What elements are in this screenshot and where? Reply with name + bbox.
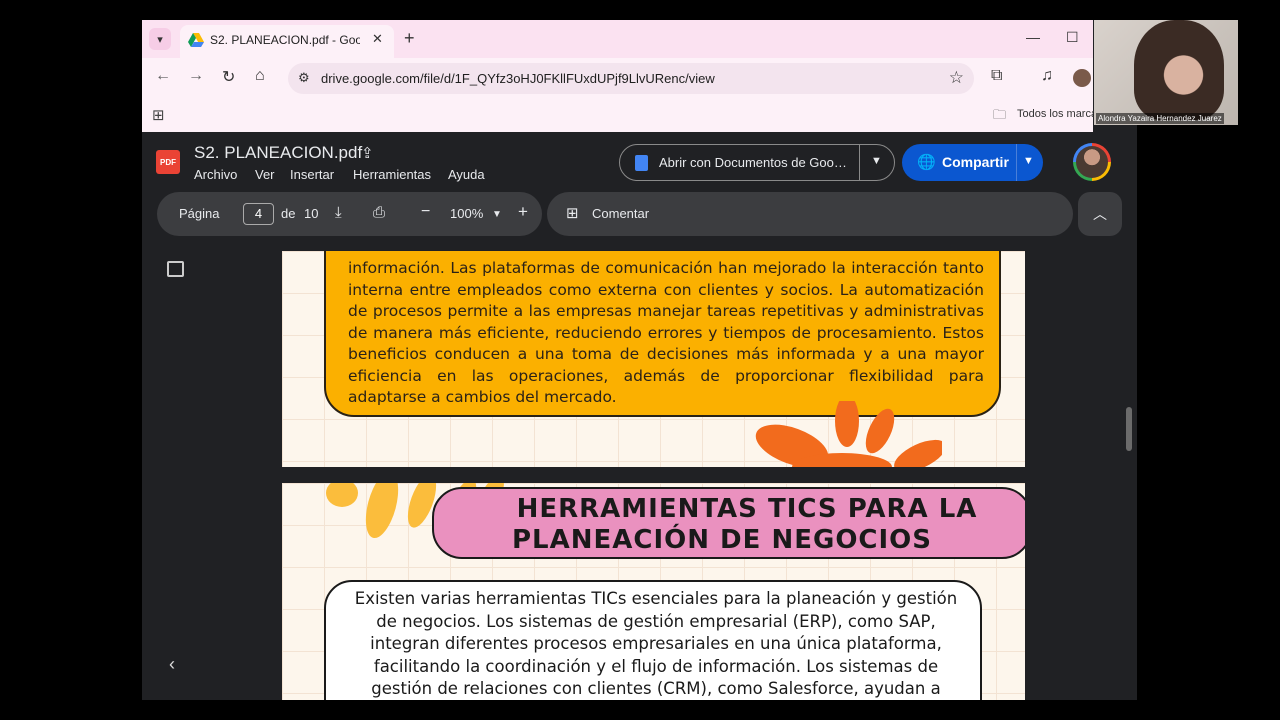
forward-icon[interactable]: → <box>188 67 204 85</box>
comment-label: Comentar <box>592 206 650 221</box>
open-with-dropdown-icon[interactable]: ▼ <box>871 155 882 167</box>
maximize-icon[interactable]: ☐ <box>1066 29 1079 46</box>
drive-viewer-header: PDF S2. PLANEACION.pdf ⇪ Archivo Ver Ins… <box>142 132 1137 252</box>
zoom-dropdown-icon[interactable]: ▼ <box>492 209 502 220</box>
address-bar[interactable]: ⚙ drive.google.com/file/d/1F_QYfz3oHJ0FK… <box>288 63 974 94</box>
zoom-out-icon[interactable]: − <box>421 203 430 221</box>
heading-line-1: HERRAMIENTAS TICS PARA LA <box>516 494 978 524</box>
account-avatar[interactable] <box>1073 143 1111 181</box>
menu-ayuda[interactable]: Ayuda <box>448 167 485 182</box>
media-control-icon[interactable]: ♫ <box>1041 67 1053 85</box>
menu-archivo[interactable]: Archivo <box>194 167 237 182</box>
participant-video <box>1134 20 1224 120</box>
participant-name: Alondra Yazaira Hernandez Juarez <box>1096 113 1224 124</box>
pdf-page-4: información. Las plataformas de comunica… <box>282 251 1025 467</box>
minimize-icon[interactable]: — <box>1026 29 1040 45</box>
white-text-box: Existen varias herramientas TICs esencia… <box>324 580 982 700</box>
collapse-toolbar-icon[interactable]: ︿ <box>1078 192 1122 236</box>
new-tab-icon[interactable]: + <box>404 28 415 49</box>
browser-toolbar: ← → ↻ ⌂ ⚙ drive.google.com/file/d/1F_QYf… <box>142 58 1093 100</box>
pdf-file-icon: PDF <box>156 150 180 174</box>
bookmarks-bar: ⊞ 🗀 Todos los marcadores <box>142 100 1125 132</box>
divider <box>859 145 860 180</box>
print-icon[interactable]: ⎙ <box>373 204 385 221</box>
page2-paragraph: Existen varias herramientas TICs esencia… <box>354 589 958 699</box>
page-of-label: de <box>281 206 296 221</box>
zoom-level[interactable]: 100% <box>450 206 483 221</box>
share-label: Compartir <box>942 154 1009 170</box>
tab-search-chevron-icon[interactable]: ▾ <box>149 28 171 50</box>
open-with-button[interactable]: Abrir con Documentos de Google ▼ <box>619 144 895 181</box>
image-icon[interactable] <box>167 261 184 277</box>
zoom-in-icon[interactable]: + <box>518 202 528 222</box>
site-info-icon[interactable]: ⚙ <box>298 70 310 86</box>
scrollbar-thumb[interactable] <box>1126 407 1132 451</box>
apps-grid-icon[interactable]: ⊞ <box>152 106 165 124</box>
add-comment-icon: ⊞ <box>566 205 579 222</box>
reload-icon[interactable]: ↻ <box>222 67 235 87</box>
back-icon[interactable]: ← <box>155 67 171 85</box>
orange-text-box: información. Las plataformas de comunica… <box>324 251 1001 417</box>
comment-toolbar[interactable]: ⊞ Comentar <box>547 192 1073 236</box>
chevron-left-icon[interactable]: ‹ <box>169 654 175 675</box>
pdf-page-5: HERRAMIENTAS TICS PARA LA PLANEACIÓN DE … <box>282 483 1025 700</box>
divider <box>1016 144 1017 181</box>
file-name: S2. PLANEACION.pdf <box>194 143 363 162</box>
download-icon[interactable]: ⤓ <box>335 204 342 221</box>
shared-drive-icon: ⇪ <box>361 145 374 162</box>
page1-paragraph: información. Las plataformas de comunica… <box>348 259 984 406</box>
open-with-label: Abrir con Documentos de Google <box>659 155 849 170</box>
share-dropdown-icon[interactable]: ▼ <box>1023 155 1034 167</box>
webcam-overlay: Alondra Yazaira Hernandez Juarez <box>1094 20 1238 125</box>
share-button[interactable]: 🌐 Compartir ▼ <box>902 144 1043 181</box>
tab-close-icon[interactable]: ✕ <box>372 31 383 47</box>
google-drive-icon <box>188 33 204 47</box>
menu-insertar[interactable]: Insertar <box>290 167 334 182</box>
google-docs-icon <box>635 155 648 171</box>
pdf-toolbar: Página 4 de 10 ⤓ ⎙ − 100% ▼ + <box>157 192 542 236</box>
menu-ver[interactable]: Ver <box>255 167 275 182</box>
bookmark-star-icon[interactable]: ☆ <box>949 68 964 88</box>
profile-avatar[interactable] <box>1073 69 1091 87</box>
page-number-input[interactable]: 4 <box>243 203 274 225</box>
browser-window: ▾ S2. PLANEACION.pdf - Google Drive ✕ + … <box>142 20 1137 700</box>
folder-icon[interactable]: 🗀 <box>993 106 1006 128</box>
heading-line-2: PLANEACIÓN DE NEGOCIOS <box>512 525 932 555</box>
browser-tab[interactable]: S2. PLANEACION.pdf - Google Drive ✕ <box>180 25 394 58</box>
orange-flower-decoration <box>755 401 942 467</box>
tab-title: S2. PLANEACION.pdf - Google Drive <box>210 33 360 47</box>
menu-herramientas[interactable]: Herramientas <box>353 167 431 182</box>
home-icon[interactable]: ⌂ <box>255 67 265 85</box>
url-text: drive.google.com/file/d/1F_QYfz3oHJ0FKll… <box>321 71 715 86</box>
globe-icon: 🌐 <box>917 154 936 171</box>
tab-strip: ▾ S2. PLANEACION.pdf - Google Drive ✕ + … <box>142 20 1093 58</box>
page-label: Página <box>179 206 220 221</box>
extensions-icon[interactable]: ⧉ <box>991 67 1002 85</box>
total-pages: 10 <box>304 206 319 221</box>
